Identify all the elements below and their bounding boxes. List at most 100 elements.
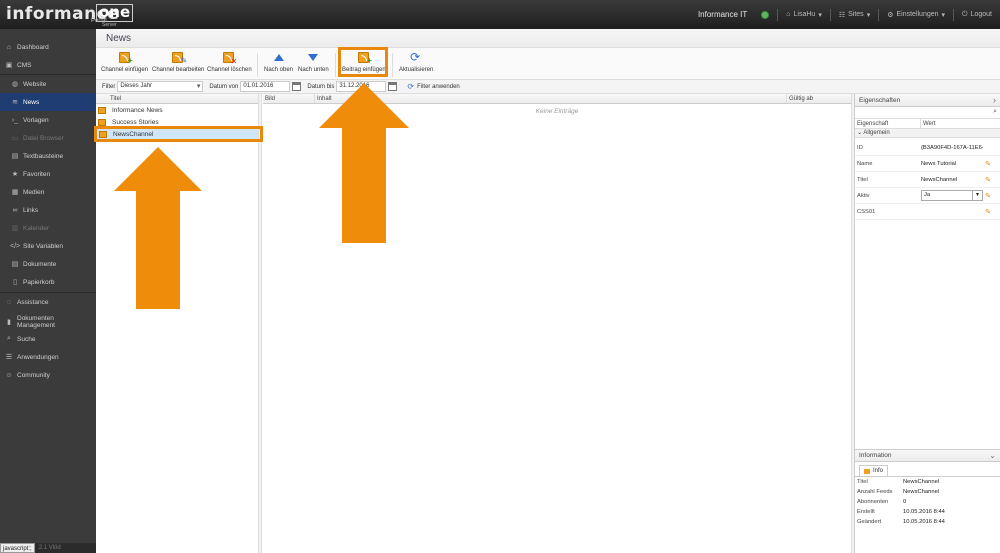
pencil-icon[interactable]: ✎ xyxy=(983,208,993,216)
settings-menu[interactable]: ⚙ Einstellungen ▾ xyxy=(887,11,945,19)
splitter-left[interactable] xyxy=(258,94,262,553)
rss-icon: ≋ xyxy=(12,99,18,106)
rss-icon xyxy=(98,118,106,126)
chevron-right-icon[interactable]: › xyxy=(993,94,996,107)
aktiv-select[interactable]: Ja xyxy=(921,190,983,201)
status-version: 2.1 Vlöd xyxy=(38,545,61,551)
move-up-button[interactable]: Nach oben xyxy=(264,51,293,79)
property-row-id[interactable]: ID {B3A90F4D-167A-11E6- xyxy=(855,140,1000,156)
chevron-down-icon[interactable]: ⌄ xyxy=(989,450,996,462)
sidebar-item-anwendungen[interactable]: ☰ Anwendungen xyxy=(0,348,96,366)
gear-icon: ⚙ xyxy=(887,11,894,19)
main-area: News + Channel einfügen ✎ Channel bearbe… xyxy=(96,29,1000,553)
highlight-box-post-add xyxy=(338,47,388,77)
pencil-icon[interactable]: ✎ xyxy=(983,192,993,200)
pencil-icon[interactable]: ✎ xyxy=(983,160,993,168)
search-icon: ⌕ xyxy=(7,335,11,342)
filter-label: Filter xyxy=(102,83,116,90)
globe-icon: ◍ xyxy=(11,81,19,88)
information-header: Information ⌄ xyxy=(855,450,1000,462)
channel-row[interactable]: Informance News xyxy=(96,104,262,116)
property-row-name[interactable]: Name News Tutorial ✎ xyxy=(855,156,1000,172)
pencil-icon[interactable]: ✎ xyxy=(983,176,993,184)
logo-server: Server xyxy=(102,22,117,28)
user-name: LisaHu xyxy=(793,11,816,18)
sidebar-item-news[interactable]: ≋ News xyxy=(0,93,96,111)
apply-filter-button[interactable]: ⟳ Filter anwenden xyxy=(407,82,459,91)
code-icon: </> xyxy=(10,242,21,250)
sidebar-item-suche[interactable]: ⌕ Suche xyxy=(0,330,96,348)
rss-icon xyxy=(864,468,870,474)
document-icon: ▤ xyxy=(11,261,19,268)
properties-header: Eigenschaften › xyxy=(855,94,1000,107)
logout-link[interactable]: ⏻ Logout xyxy=(962,11,992,19)
column-property: Eigenschaft xyxy=(855,119,921,128)
trash-icon: ▯ xyxy=(13,279,17,286)
property-group[interactable]: ⌄ Allgemein xyxy=(855,129,1000,138)
sidebar-item-favoriten[interactable]: ★ Favoriten xyxy=(0,165,96,183)
list-icon: ☰ xyxy=(5,354,13,361)
date-from-label: Datum von xyxy=(209,83,239,90)
search-icon[interactable]: ⌕ xyxy=(993,108,997,116)
rss-edit-icon: ✎ xyxy=(171,51,187,65)
company-name: Informance IT xyxy=(697,10,748,19)
channel-edit-button[interactable]: ✎ Channel bearbeiten xyxy=(152,51,204,79)
channel-add-button[interactable]: + Channel einfügen xyxy=(101,51,148,79)
settings-label: Einstellungen xyxy=(896,11,939,18)
properties-title: Eigenschaften xyxy=(859,97,901,104)
sidebar-item-vorlagen[interactable]: ›_ Vorlagen xyxy=(0,111,96,129)
calendar-icon[interactable] xyxy=(292,82,302,91)
sidebar-item-papierkorb[interactable]: ▯ Papierkorb xyxy=(0,273,96,291)
channel-delete-button[interactable]: ✕ Channel löschen xyxy=(207,51,252,79)
chevron-down-icon: ▾ xyxy=(941,11,946,19)
column-value: Wert xyxy=(923,121,936,127)
property-row-css01[interactable]: CSS01 ✎ xyxy=(855,204,1000,220)
page-title: News xyxy=(96,29,1000,48)
sidebar-item-site-variablen[interactable]: </> Site Variablen xyxy=(0,237,96,255)
star-icon: ★ xyxy=(11,171,19,178)
sidebar-item-medien[interactable]: ▦ Medien xyxy=(0,183,96,201)
user-icon: ⌂ xyxy=(786,11,791,18)
rss-add-icon: + xyxy=(118,51,133,65)
top-right-menu: Informance IT ⌂ LisaHu ▾ ☷ Sites ▾ ⚙ Ein… xyxy=(698,0,992,29)
filter-select[interactable]: Dieses Jahr xyxy=(117,81,204,92)
sidebar-item-links[interactable]: ∞ Links xyxy=(0,201,96,219)
top-bar: informance one Portal Server Informance … xyxy=(0,0,1000,29)
filter-bar: Filter Dieses Jahr Datum von 01.01.2016 … xyxy=(96,80,1000,94)
sidebar-item-community[interactable]: ☺ Community xyxy=(0,366,96,384)
property-row-titel[interactable]: Titel NewsChannel ✎ xyxy=(855,172,1000,188)
property-row-aktiv[interactable]: Aktiv Ja ✎ xyxy=(855,188,1000,204)
sidebar-item-website[interactable]: ◍ Website xyxy=(0,75,96,93)
dashboard-icon: ⌂ xyxy=(6,43,12,51)
refresh-button[interactable]: ⟳ Aktualisieren xyxy=(399,51,433,79)
sidebar-item-assistance[interactable]: ◌ Assistance xyxy=(0,293,96,311)
sidebar-item-dashboard[interactable]: ⌂ Dashboard xyxy=(0,38,96,56)
date-from-input[interactable]: 01.01.2016 xyxy=(240,81,291,92)
sites-icon: ☷ xyxy=(838,11,846,19)
sidebar-item-textbausteine[interactable]: ▤ Textbausteine xyxy=(0,147,96,165)
information-panel: Information ⌄ Info Titel NewsChannel Anza… xyxy=(854,449,1000,553)
rss-icon xyxy=(98,106,106,114)
info-row: Titel NewsChannel xyxy=(857,479,940,485)
user-menu[interactable]: ⌂ LisaHu ▾ xyxy=(786,11,822,19)
bookmark-icon: ▮ xyxy=(7,318,11,326)
column-gueltig-ab[interactable]: Gültig ab xyxy=(787,94,847,103)
sidebar-item-kalender[interactable]: ▥ Kalender xyxy=(0,219,96,237)
sidebar-item-datei-browser[interactable]: ▭ Datei Browser xyxy=(0,129,96,147)
browser-status-bar: javascript:; 2.1 Vlöd xyxy=(0,543,96,553)
arrow-up-icon xyxy=(272,51,286,64)
channel-list-header: Titel xyxy=(96,94,261,104)
sites-label: Sites xyxy=(848,11,864,18)
move-down-button[interactable]: Nach unten xyxy=(298,51,329,79)
annotation-arrow-up-icon xyxy=(319,83,409,243)
properties-search[interactable]: ⌕ xyxy=(855,107,1000,119)
refresh-icon: ⟳ xyxy=(410,50,421,64)
sidebar-item-cms[interactable]: ▣ CMS xyxy=(0,56,96,74)
template-icon: ›_ xyxy=(11,116,19,124)
sidebar-item-dokumente[interactable]: ▤ Dokumente xyxy=(0,255,96,273)
sites-menu[interactable]: ☷ Sites ▾ xyxy=(839,11,870,19)
column-title[interactable]: Titel xyxy=(110,94,121,103)
arrow-down-icon xyxy=(306,51,320,64)
info-tab[interactable]: Info xyxy=(859,465,889,476)
column-bild[interactable]: Bild xyxy=(263,94,315,103)
